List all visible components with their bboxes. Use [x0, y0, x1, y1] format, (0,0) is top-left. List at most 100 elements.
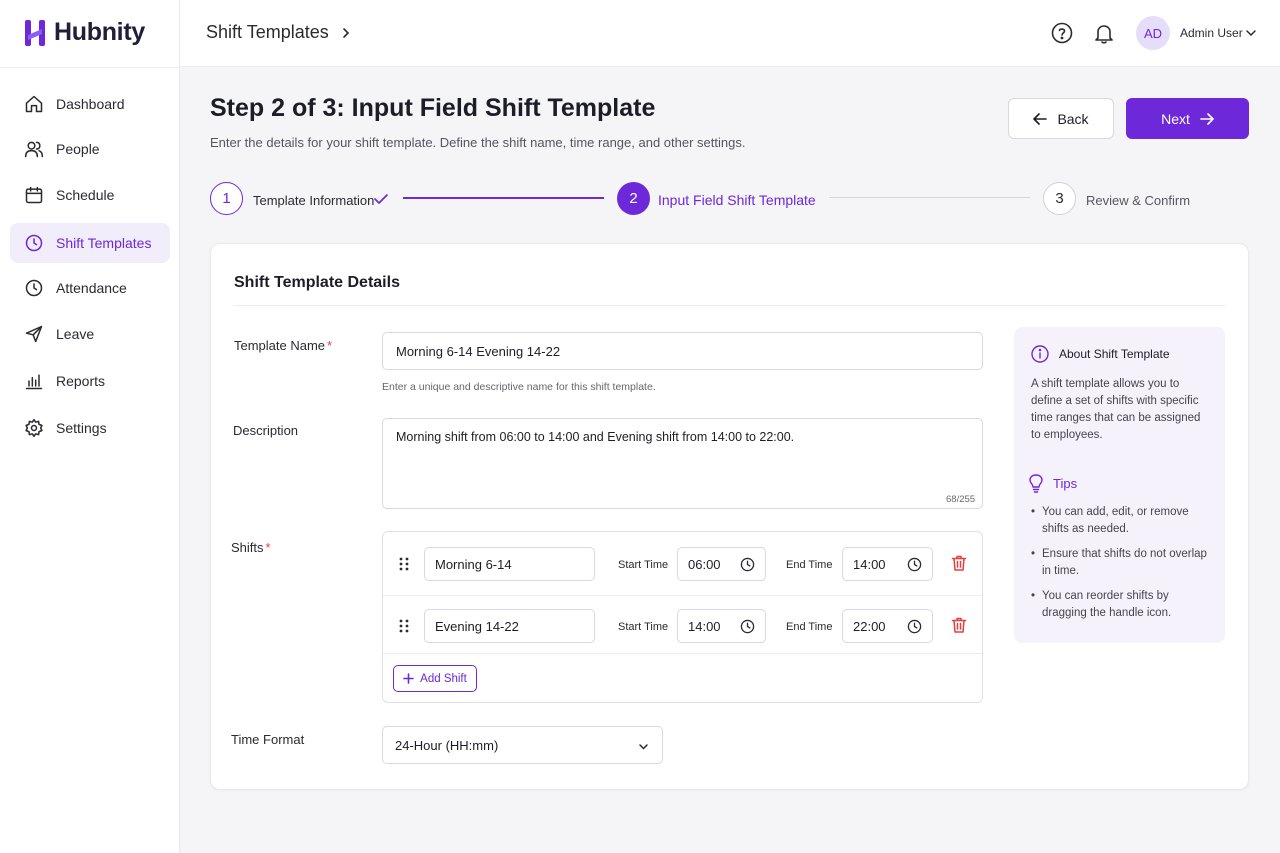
- arrow-left-icon: [1033, 112, 1048, 125]
- brand-logo[interactable]: Hubnity: [24, 18, 145, 47]
- start-time-label: Start Time: [618, 621, 669, 633]
- chevron-down-icon: [639, 744, 648, 750]
- template-name-label-text: Template Name: [234, 338, 326, 353]
- end-time-input[interactable]: 22:00: [842, 609, 933, 643]
- add-shift-button[interactable]: Add Shift: [393, 665, 477, 692]
- arrow-right-icon: [1200, 112, 1214, 125]
- gear-icon: [25, 418, 43, 438]
- step-connector: [829, 197, 1030, 198]
- user-name[interactable]: Admin User: [1180, 26, 1243, 40]
- tip-item: You can add, edit, or remove shifts as n…: [1031, 504, 1216, 538]
- sidebar-item-settings[interactable]: Settings: [10, 408, 170, 448]
- end-time-label: End Time: [786, 559, 833, 571]
- breadcrumb-label: Shift Templates: [206, 22, 329, 42]
- sidebar-item-label: People: [56, 141, 100, 157]
- back-label: Back: [1057, 110, 1089, 127]
- users-icon: [24, 141, 44, 158]
- start-time-label: Start Time: [618, 559, 669, 571]
- section-divider: [234, 305, 1225, 306]
- clock-icon: [25, 234, 43, 252]
- info-panel: About Shift Template A shift template al…: [1014, 327, 1225, 643]
- page-subtitle: Enter the details for your shift templat…: [210, 135, 746, 150]
- page-title: Step 2 of 3: Input Field Shift Template: [210, 94, 656, 122]
- clock-icon: [25, 279, 43, 297]
- character-counter: 68/255: [946, 494, 976, 505]
- sidebar: Hubnity Dashboard People Schedule Shift …: [0, 0, 180, 853]
- back-button[interactable]: Back: [1008, 98, 1114, 139]
- time-format-value: 24-Hour (HH:mm): [395, 737, 499, 753]
- row-divider: [383, 653, 982, 654]
- time-format-select[interactable]: 24-Hour (HH:mm): [382, 726, 663, 764]
- trash-icon[interactable]: [950, 616, 968, 634]
- sidebar-item-dashboard[interactable]: Dashboard: [10, 84, 170, 124]
- sidebar-item-reports[interactable]: Reports: [10, 361, 170, 401]
- shift-name-input[interactable]: Evening 14-22: [424, 609, 595, 643]
- bar-chart-icon: [25, 374, 43, 390]
- row-divider: [383, 595, 982, 596]
- tips-header: Tips: [1029, 474, 1077, 493]
- sidebar-item-people[interactable]: People: [10, 129, 170, 169]
- brand-name: Hubnity: [54, 18, 145, 46]
- trash-icon[interactable]: [950, 554, 968, 572]
- send-icon: [25, 325, 43, 343]
- breadcrumb[interactable]: Shift Templates: [206, 22, 351, 43]
- start-time-input[interactable]: 14:00: [677, 609, 766, 643]
- tips-list: You can add, edit, or remove shifts as n…: [1031, 504, 1216, 630]
- brand-mark-icon: [25, 19, 45, 46]
- step-2-number: 2: [617, 182, 650, 215]
- description-textarea[interactable]: Morning shift from 06:00 to 14:00 and Ev…: [382, 418, 983, 509]
- home-icon: [25, 95, 43, 113]
- sidebar-item-schedule[interactable]: Schedule: [10, 175, 170, 215]
- end-time-label: End Time: [786, 621, 833, 633]
- chevron-down-icon[interactable]: [1245, 27, 1257, 39]
- end-time-input[interactable]: 14:00: [842, 547, 933, 581]
- avatar[interactable]: AD: [1136, 16, 1170, 50]
- shift-template-card: Shift Template Details Template Name * Mo…: [210, 243, 1249, 790]
- sidebar-item-label: Shift Templates: [56, 235, 152, 251]
- sidebar-item-label: Dashboard: [56, 96, 125, 112]
- sidebar-item-label: Attendance: [56, 280, 127, 296]
- template-name-label: Template Name *: [234, 338, 332, 353]
- tip-item: Ensure that shifts do not overlap in tim…: [1031, 546, 1216, 580]
- step-1-number: 1: [210, 182, 243, 215]
- template-name-input[interactable]: Morning 6-14 Evening 14-22: [382, 332, 983, 370]
- start-time-input[interactable]: 06:00: [677, 547, 766, 581]
- step-connector: [403, 197, 604, 199]
- sidebar-item-attendance[interactable]: Attendance: [10, 268, 170, 308]
- info-panel-body: A shift template allows you to define a …: [1031, 378, 1201, 441]
- required-marker: *: [327, 338, 333, 353]
- drag-handle-icon[interactable]: [398, 618, 410, 634]
- sidebar-item-label: Reports: [56, 373, 106, 389]
- add-shift-label: Add Shift: [420, 672, 467, 685]
- step-3-label: Review & Confirm: [1086, 193, 1191, 208]
- step-3-number: 3: [1043, 182, 1076, 215]
- sidebar-item-label: Leave: [56, 326, 95, 342]
- sidebar-item-label: Schedule: [56, 187, 115, 203]
- sidebar-item-label: Settings: [56, 420, 107, 436]
- help-icon[interactable]: [1050, 21, 1074, 45]
- sidebar-item-leave[interactable]: Leave: [10, 314, 170, 354]
- end-time-value: 14:00: [853, 556, 886, 572]
- next-button[interactable]: Next: [1126, 98, 1249, 139]
- calendar-icon: [25, 186, 43, 204]
- clock-icon: [740, 557, 755, 572]
- required-marker: *: [265, 540, 271, 555]
- shift-name-input[interactable]: Morning 6-14: [424, 547, 595, 581]
- bell-icon[interactable]: [1092, 21, 1116, 45]
- end-time-value: 22:00: [853, 618, 886, 634]
- check-icon: [374, 194, 388, 204]
- tip-item: You can reorder shifts by dragging the h…: [1031, 588, 1216, 622]
- info-icon: [1031, 345, 1049, 363]
- drag-handle-icon[interactable]: [398, 556, 410, 572]
- next-label: Next: [1161, 110, 1190, 127]
- lightbulb-icon: [1029, 474, 1043, 493]
- sidebar-item-shift-templates[interactable]: Shift Templates: [10, 223, 170, 263]
- time-format-label: Time Format: [231, 732, 305, 747]
- clock-icon: [740, 619, 755, 634]
- info-panel-title: About Shift Template: [1059, 347, 1170, 361]
- clock-icon: [907, 557, 922, 572]
- section-title: Shift Template Details: [234, 274, 400, 291]
- plus-icon: [403, 673, 414, 684]
- top-bar: Shift Templates AD Admin User: [180, 0, 1280, 67]
- shifts-list: Morning 6-14 Start Time 06:00 End Time 1…: [382, 531, 983, 703]
